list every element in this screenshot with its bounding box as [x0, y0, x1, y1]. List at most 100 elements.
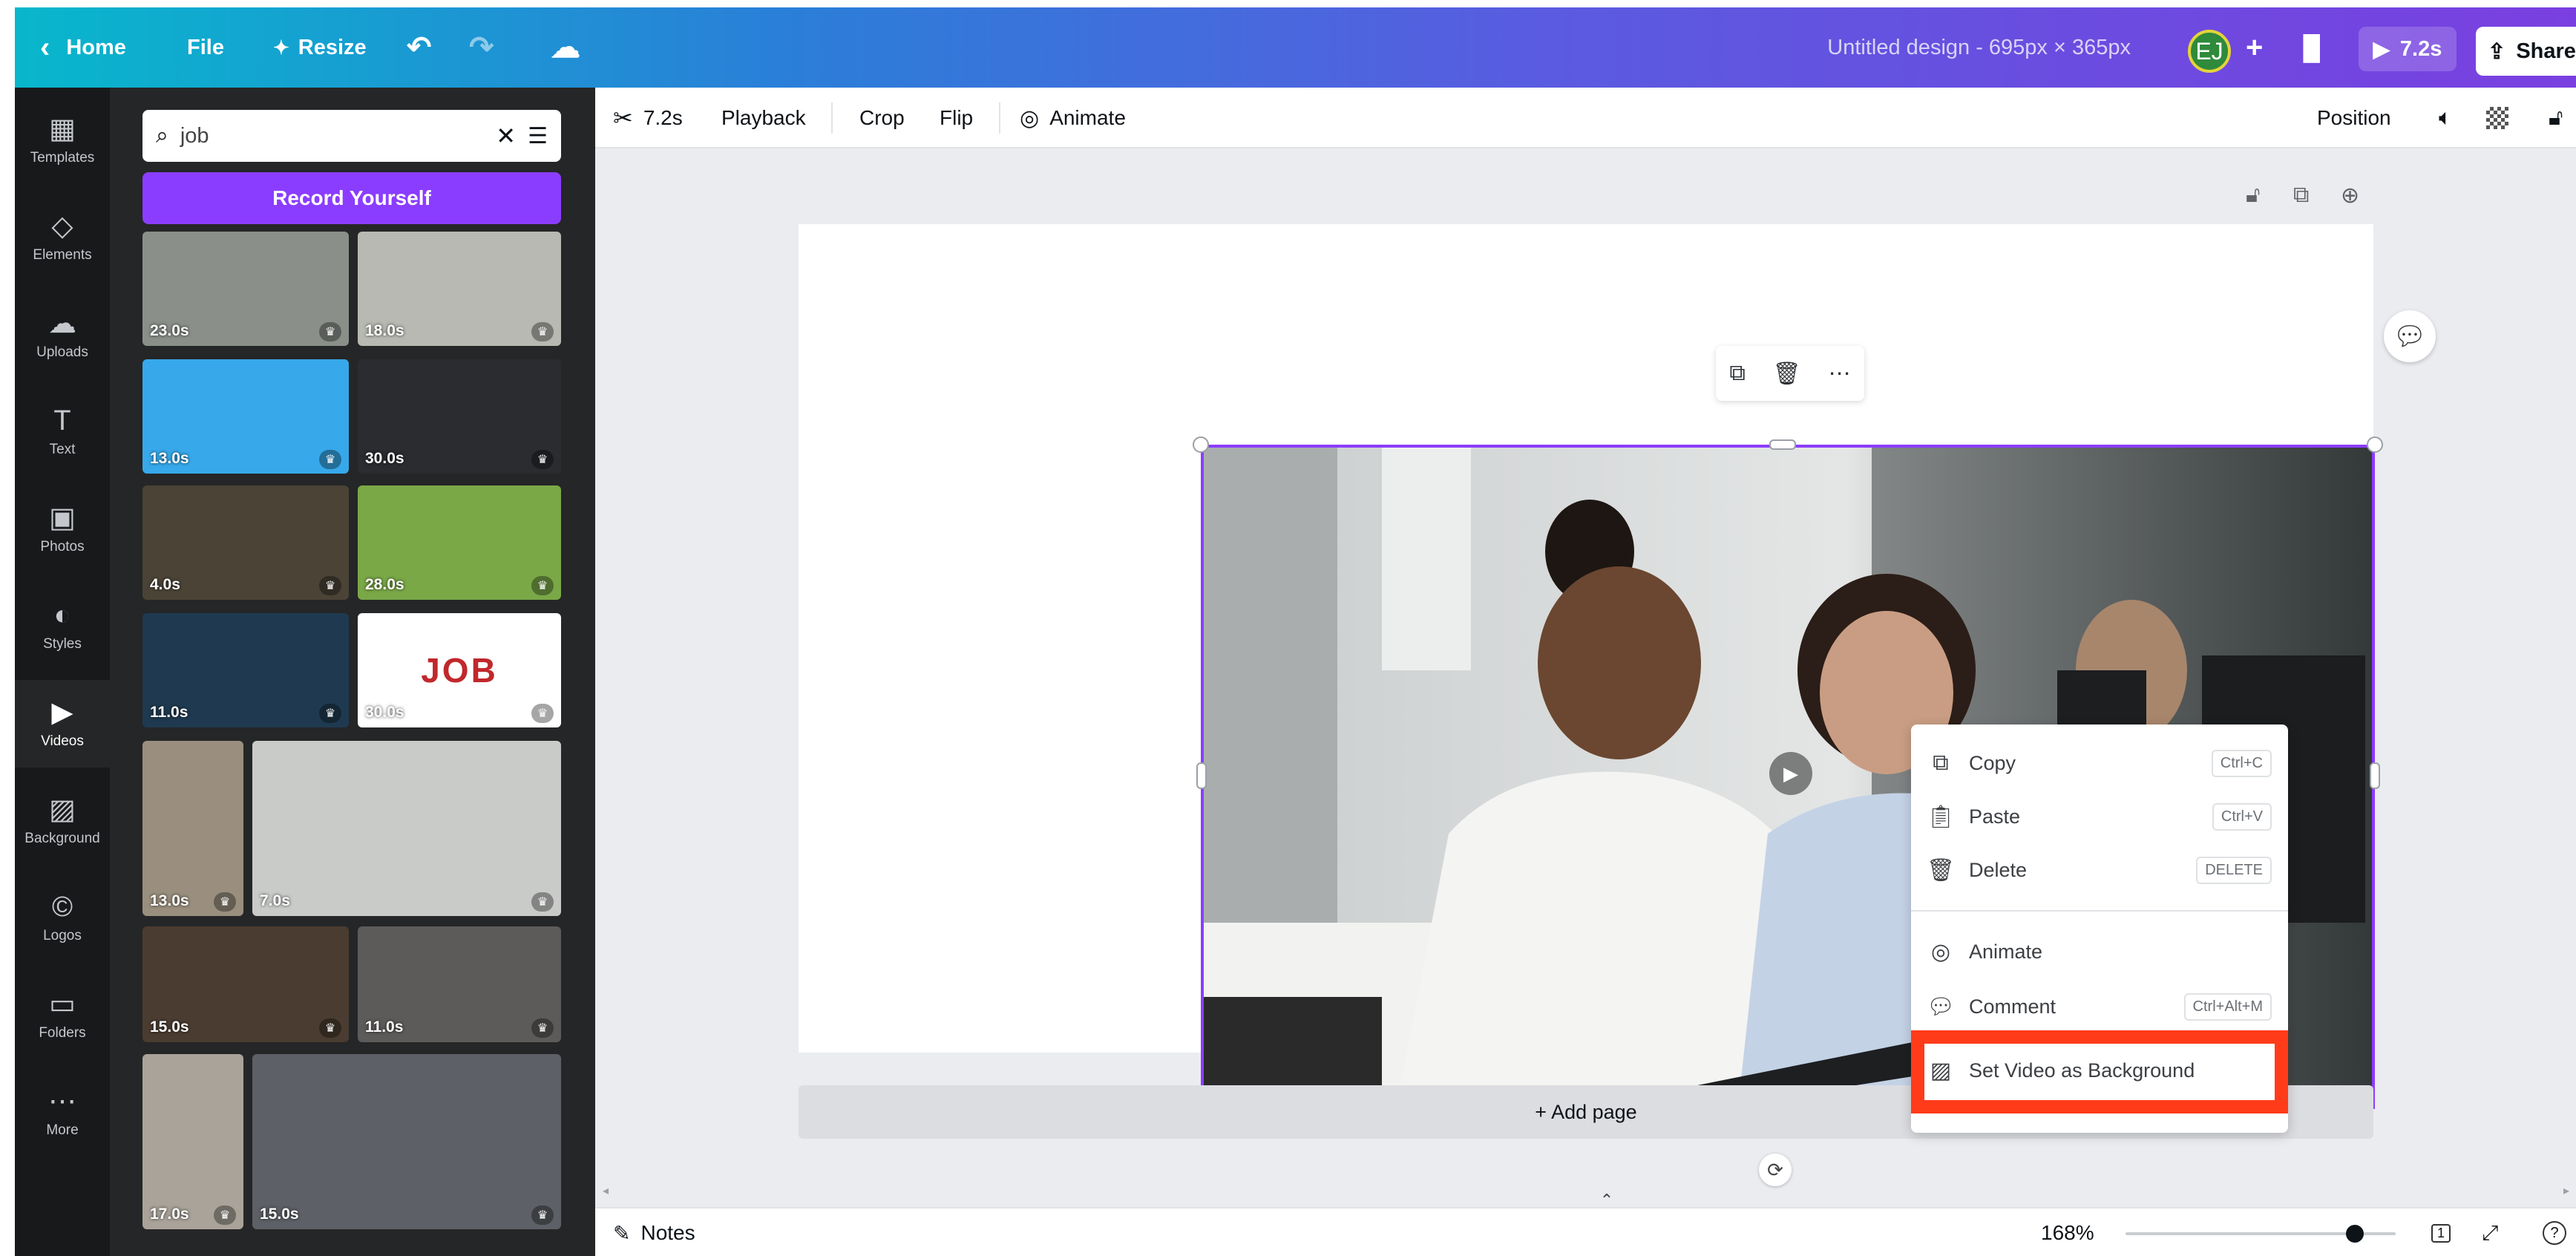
add-comment-button[interactable]: 💬︎: [2384, 310, 2436, 362]
position-button[interactable]: Position: [2317, 88, 2391, 148]
rail-item-logos[interactable]: © Logos: [15, 874, 110, 962]
toolbar-divider: [831, 102, 833, 134]
rail-item-label: More: [46, 1122, 79, 1138]
zoom-level[interactable]: 168%: [2041, 1208, 2094, 1256]
filter-icon[interactable]: ☰: [528, 123, 548, 149]
video-thumbnail[interactable]: 7.0s ♛: [252, 741, 561, 916]
resize-handle[interactable]: [2367, 436, 2383, 453]
video-thumbnail[interactable]: JOB 30.0s ♛: [358, 613, 561, 727]
search-field[interactable]: ⌕ job ✕ ☰: [142, 110, 561, 162]
rail-item-label: Videos: [41, 733, 84, 749]
video-thumbnail[interactable]: 11.0s ♛: [358, 926, 561, 1042]
rotate-handle[interactable]: ⟳: [1759, 1154, 1792, 1186]
menu-item-comment[interactable]: 💬︎ Comment Ctrl+Alt+M: [1911, 980, 2288, 1033]
lock-page-icon[interactable]: 🔓︎: [2246, 183, 2260, 208]
video-thumbnail[interactable]: 23.0s ♛: [142, 232, 349, 346]
page-count-button[interactable]: 1: [2431, 1208, 2451, 1256]
context-toolbar: ✂ 7.2s Playback Crop Flip ◎ Animate Posi…: [595, 88, 2576, 148]
rail-item-photos[interactable]: ▣ Photos: [15, 485, 110, 573]
design-title[interactable]: Untitled design - 695px × 365px: [1827, 7, 2131, 88]
volume-button[interactable]: 🔈︎: [2439, 88, 2452, 148]
share-button[interactable]: ⇪ Share: [2476, 27, 2576, 76]
add-collaborator-button[interactable]: +: [2246, 7, 2263, 88]
rail-item-folders[interactable]: ▭ Folders: [15, 972, 110, 1059]
video-thumbnail[interactable]: 15.0s ♛: [142, 926, 349, 1042]
crown-icon: ♛: [319, 576, 341, 595]
crown-icon: ♛: [531, 892, 554, 912]
notes-button[interactable]: ✎ Notes: [613, 1208, 695, 1256]
video-thumbnail[interactable]: 11.0s ♛: [142, 613, 349, 727]
video-duration: 13.0s: [150, 892, 189, 909]
video-thumbnail[interactable]: 15.0s ♛: [252, 1054, 561, 1229]
video-duration: 13.0s: [150, 450, 189, 467]
video-thumbnail[interactable]: 13.0s ♛: [142, 741, 243, 916]
video-thumbnail[interactable]: 4.0s ♛: [142, 485, 349, 600]
lock-button[interactable]: 🔓︎: [2549, 88, 2563, 148]
zoom-slider[interactable]: [2126, 1225, 2396, 1243]
crown-icon: ♛: [531, 322, 554, 341]
resize-handle[interactable]: [1193, 436, 1209, 453]
horizontal-scrollbar[interactable]: ◂ ▸: [603, 1183, 2569, 1198]
cloud-save-button[interactable]: ☁: [551, 7, 580, 88]
undo-button[interactable]: ↶: [407, 7, 432, 88]
video-play-icon[interactable]: ▶: [1769, 752, 1812, 795]
resize-handle[interactable]: [2370, 762, 2380, 789]
fullscreen-button[interactable]: ⤢: [2482, 1208, 2498, 1256]
video-thumbnail[interactable]: 13.0s ♛: [142, 359, 349, 474]
duplicate-page-icon[interactable]: ⧉: [2293, 183, 2309, 208]
rail-item-more[interactable]: ⋯ More: [15, 1069, 110, 1157]
video-duration: 28.0s: [365, 576, 404, 593]
video-thumbnail[interactable]: 18.0s ♛: [358, 232, 561, 346]
rail-item-elements[interactable]: ◇ Elements: [15, 194, 110, 281]
help-button[interactable]: ?: [2543, 1208, 2566, 1256]
add-page-icon[interactable]: ⊕: [2341, 183, 2359, 209]
video-duration: 30.0s: [365, 450, 404, 467]
resize-button[interactable]: ✦ Resize: [273, 7, 367, 88]
record-yourself-button[interactable]: Record Yourself: [142, 172, 561, 224]
comment-icon: 💬︎: [1926, 994, 1956, 1019]
menu-item-delete[interactable]: 🗑︎ Delete DELETE: [1911, 843, 2288, 897]
rail-item-background[interactable]: ▨ Background: [15, 777, 110, 865]
menu-item-copy[interactable]: ⧉ Copy Ctrl+C: [1911, 736, 2288, 790]
play-duration: 7.2s: [2399, 36, 2442, 61]
avatar[interactable]: EJ: [2188, 30, 2231, 73]
menu-item-paste[interactable]: 📋︎ Paste Ctrl+V: [1911, 790, 2288, 843]
scroll-left-icon[interactable]: ◂: [603, 1183, 609, 1198]
video-thumbnail[interactable]: 30.0s ♛: [358, 359, 561, 474]
pages-expand-button[interactable]: ⌃: [1594, 1191, 1619, 1209]
search-input[interactable]: job: [180, 124, 484, 148]
rail-item-templates[interactable]: ▦ Templates: [15, 97, 110, 184]
video-thumbnail[interactable]: 17.0s ♛: [142, 1054, 243, 1229]
trim-button[interactable]: ✂ 7.2s: [613, 88, 683, 148]
trash-icon[interactable]: 🗑︎: [1773, 361, 1801, 387]
playback-button[interactable]: Playback: [721, 88, 806, 148]
resize-handle[interactable]: [1769, 439, 1796, 450]
home-button[interactable]: ‹ Home: [40, 7, 126, 88]
more-options-icon[interactable]: ⋯: [1829, 361, 1851, 387]
rail-item-videos[interactable]: ▶ Videos: [15, 680, 110, 768]
resize-handle[interactable]: [1196, 762, 1207, 789]
notes-icon: ✎: [613, 1221, 631, 1245]
rail-item-styles[interactable]: ◐ Styles: [15, 583, 110, 670]
zoom-slider-knob[interactable]: [2346, 1225, 2364, 1243]
scroll-right-icon[interactable]: ▸: [2563, 1183, 2569, 1198]
rail-item-uploads[interactable]: ☁ Uploads: [15, 291, 110, 379]
menu-item-animate[interactable]: ◎ Animate: [1911, 925, 2288, 978]
rail-item-text[interactable]: T Text: [15, 388, 110, 476]
video-thumbnail[interactable]: 28.0s ♛: [358, 485, 561, 600]
file-menu[interactable]: File: [187, 7, 224, 88]
flip-button[interactable]: Flip: [940, 88, 973, 148]
duplicate-icon[interactable]: ⧉: [1729, 361, 1745, 386]
highlight-box: [1911, 1030, 2288, 1113]
keyboard-shortcut: DELETE: [2196, 856, 2272, 884]
crop-button[interactable]: Crop: [859, 88, 905, 148]
animate-button[interactable]: ◎ Animate: [1020, 88, 1126, 148]
play-button[interactable]: ▶ 7.2s: [2359, 27, 2457, 71]
insights-button[interactable]: ▐▌: [2295, 7, 2328, 88]
videos-icon: ▶: [51, 697, 73, 728]
flip-label: Flip: [940, 106, 974, 129]
clear-icon[interactable]: ✕: [496, 122, 516, 150]
share-label: Share: [2516, 39, 2576, 63]
transparency-button[interactable]: [2486, 88, 2508, 148]
redo-button[interactable]: ↷: [469, 7, 494, 88]
